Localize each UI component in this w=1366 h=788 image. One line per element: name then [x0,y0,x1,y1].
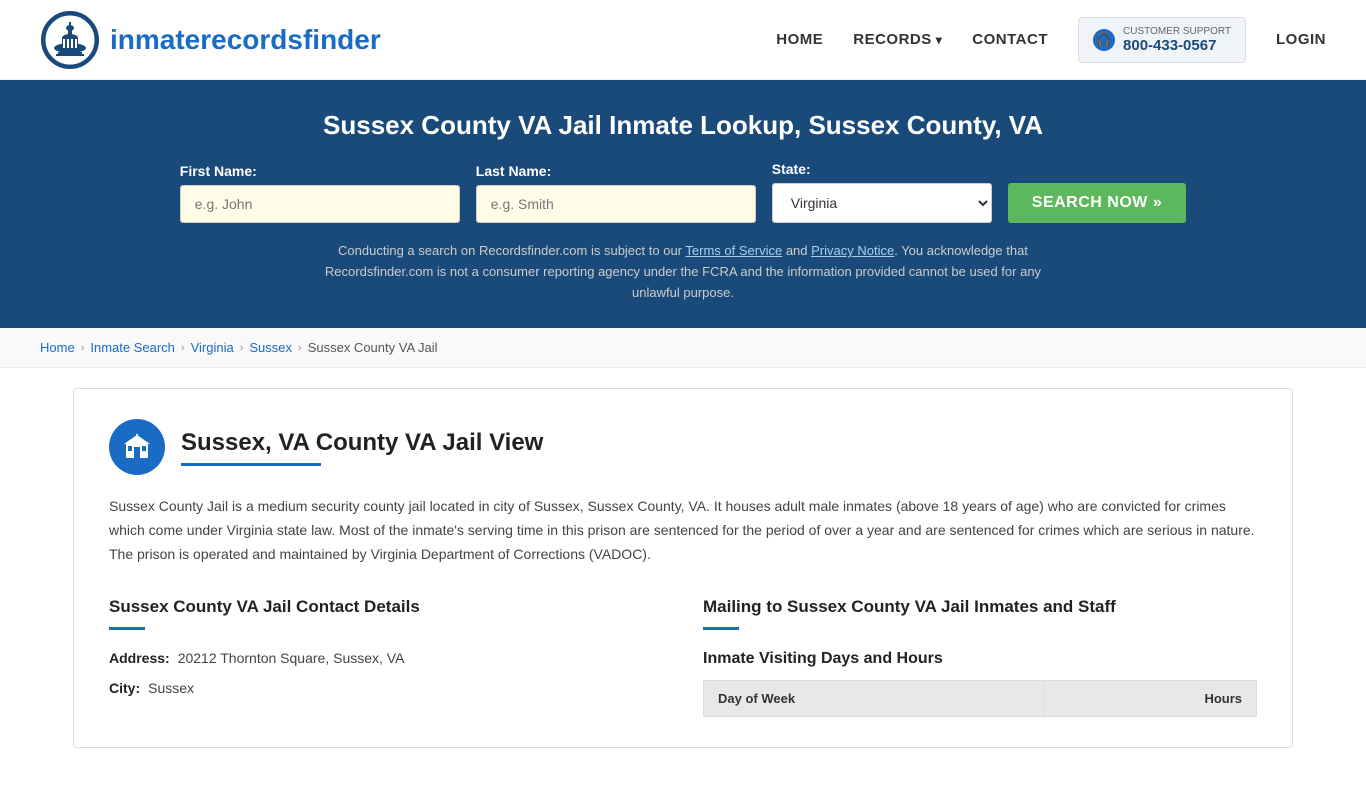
jail-description: Sussex County Jail is a medium security … [109,495,1257,566]
jail-icon [109,419,165,475]
title-underline [181,463,321,466]
hero-section: Sussex County VA Jail Inmate Lookup, Sus… [0,80,1366,328]
main-nav: HOME RECORDS ▾ CONTACT 🎧 CUSTOMER SUPPOR… [776,17,1326,63]
search-button[interactable]: SEARCH NOW » [1008,183,1186,223]
mailing-underline [703,627,739,630]
search-form: First Name: Last Name: State: Virginia S… [40,161,1326,223]
breadcrumb-sep-3: › [240,342,244,354]
first-name-input[interactable] [180,185,460,223]
visiting-table: Day of Week Hours [703,680,1257,717]
jail-building-icon [122,432,152,462]
city-value: Sussex [148,680,194,696]
privacy-link[interactable]: Privacy Notice [811,243,894,258]
page-title: Sussex County VA Jail Inmate Lookup, Sus… [40,110,1326,141]
customer-support-button[interactable]: 🎧 CUSTOMER SUPPORT 800-433-0567 [1078,17,1246,63]
address-value: 20212 Thornton Square, Sussex, VA [178,650,405,666]
breadcrumb-sussex[interactable]: Sussex [249,340,292,355]
main-content: Sussex, VA County VA Jail View Sussex Co… [33,368,1333,787]
nav-login[interactable]: LOGIN [1276,31,1326,48]
two-column-section: Sussex County VA Jail Contact Details Ad… [109,597,1257,717]
first-name-group: First Name: [180,163,460,223]
address-row: Address: 20212 Thornton Square, Sussex, … [109,650,663,666]
contact-details-section: Sussex County VA Jail Contact Details Ad… [109,597,663,717]
mailing-section-title: Mailing to Sussex County VA Jail Inmates… [703,597,1257,617]
nav-records[interactable]: RECORDS ▾ [853,31,942,48]
site-header: inmaterecordsfinder HOME RECORDS ▾ CONTA… [0,0,1366,80]
logo[interactable]: inmaterecordsfinder [40,10,381,70]
terms-link[interactable]: Terms of Service [685,243,782,258]
breadcrumb-sep-2: › [181,342,185,354]
last-name-label: Last Name: [476,163,551,179]
visiting-subtitle: Inmate Visiting Days and Hours [703,650,1257,668]
state-label: State: [772,161,811,177]
table-header-day: Day of Week [704,680,1044,716]
breadcrumb-current: Sussex County VA Jail [308,340,438,355]
table-header-hours: Hours [1043,680,1256,716]
last-name-group: Last Name: [476,163,756,223]
records-chevron-icon: ▾ [936,33,943,47]
nav-home[interactable]: HOME [776,31,823,48]
nav-contact[interactable]: CONTACT [972,31,1048,48]
logo-text: inmaterecordsfinder [110,24,381,56]
logo-icon [40,10,100,70]
contact-underline [109,627,145,630]
state-select[interactable]: Virginia [772,183,992,223]
city-label: City: [109,680,140,696]
support-text: CUSTOMER SUPPORT 800-433-0567 [1123,26,1231,54]
city-row: City: Sussex [109,680,663,696]
last-name-input[interactable] [476,185,756,223]
breadcrumb-home[interactable]: Home [40,340,75,355]
address-label: Address: [109,650,170,666]
mailing-section: Mailing to Sussex County VA Jail Inmates… [703,597,1257,717]
state-group: State: Virginia [772,161,992,223]
breadcrumb-sep-1: › [81,342,85,354]
breadcrumb-inmate-search[interactable]: Inmate Search [90,340,175,355]
headset-icon: 🎧 [1093,29,1115,51]
jail-header: Sussex, VA County VA Jail View [109,419,1257,475]
jail-title-area: Sussex, VA County VA Jail View [181,429,543,466]
breadcrumb-sep-4: › [298,342,302,354]
breadcrumb-virginia[interactable]: Virginia [191,340,234,355]
content-box: Sussex, VA County VA Jail View Sussex Co… [73,388,1293,747]
contact-section-title: Sussex County VA Jail Contact Details [109,597,663,617]
disclaimer-text: Conducting a search on Recordsfinder.com… [308,241,1058,303]
breadcrumb: Home › Inmate Search › Virginia › Sussex… [0,328,1366,368]
first-name-label: First Name: [180,163,257,179]
jail-title: Sussex, VA County VA Jail View [181,429,543,457]
